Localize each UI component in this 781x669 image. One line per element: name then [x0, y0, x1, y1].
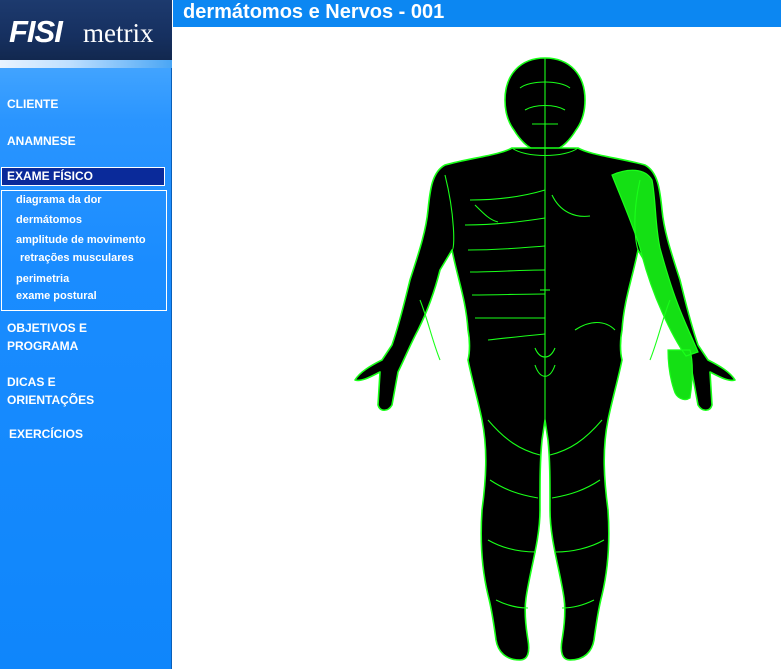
page-title: dermátomos e Nervos - 001	[183, 1, 445, 23]
menu-anamnese[interactable]: ANAMNESE	[7, 132, 76, 150]
menu-dicas-line2: ORIENTAÇÕES	[7, 393, 95, 407]
menu-exame-fisico[interactable]: EXAME FÍSICO	[1, 167, 165, 186]
menu-objetivos-line2: PROGRAMA	[7, 339, 79, 353]
submenu-perimetria[interactable]: perimetria	[16, 273, 69, 285]
menu-objetivos-line1: OBJETIVOS E	[7, 321, 88, 335]
menu-objetivos-programa[interactable]: OBJETIVOS E PROGRAMA	[7, 319, 87, 355]
logo: FISI metrix	[0, 0, 172, 60]
logo-bold-text: FISI	[9, 14, 63, 49]
submenu-exame-postural[interactable]: exame postural	[16, 290, 97, 302]
submenu-amplitude-de-movimento[interactable]: amplitude de movimento	[16, 234, 146, 246]
submenu-dermatomos[interactable]: dermátomos	[16, 214, 82, 226]
dermatome-body-diagram	[354, 57, 736, 661]
title-bar: dermátomos e Nervos - 001	[173, 0, 781, 27]
submenu-retracoes-musculares[interactable]: retrações musculares	[20, 252, 134, 264]
menu-exercicios[interactable]: EXERCÍCIOS	[9, 425, 83, 443]
menu-dicas-line1: DICAS E	[7, 375, 56, 389]
submenu-exame-fisico: diagrama da dor dermátomos amplitude de …	[1, 190, 167, 311]
menu-dicas-orientacoes[interactable]: DICAS E ORIENTAÇÕES	[7, 373, 94, 409]
logo-divider	[0, 60, 172, 68]
sidebar: FISI metrix CLIENTE ANAMNESE EXAME FÍSIC…	[0, 0, 172, 669]
logo-thin-text: metrix	[83, 18, 154, 48]
submenu-diagrama-da-dor[interactable]: diagrama da dor	[16, 194, 102, 206]
menu-cliente[interactable]: CLIENTE	[7, 95, 58, 113]
